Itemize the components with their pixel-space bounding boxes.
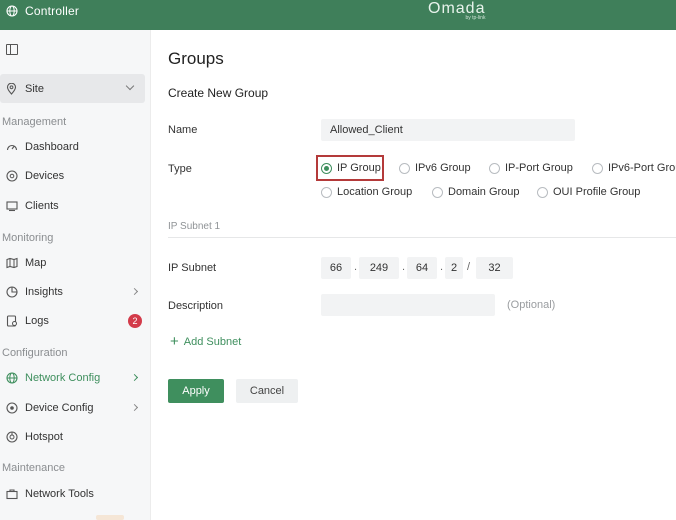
- sidebar-item-devices[interactable]: Devices: [0, 163, 151, 189]
- cancel-button[interactable]: Cancel: [236, 379, 298, 403]
- hotspot-icon: [6, 431, 18, 443]
- radio-label: IP-Port Group: [505, 162, 573, 174]
- plus-icon: +: [170, 333, 179, 350]
- sidebar-item-label: Insights: [25, 286, 63, 298]
- section-maintenance: Maintenance: [2, 462, 65, 474]
- octet-separator: .: [402, 261, 406, 273]
- chevron-right-icon: [130, 403, 139, 412]
- site-label: Site: [25, 82, 44, 95]
- globe-icon: [6, 5, 18, 17]
- subnet-section-title: IP Subnet 1: [168, 221, 221, 232]
- sidebar-item-label: Network Config: [25, 372, 101, 384]
- logs-count-badge: 2: [128, 314, 142, 328]
- add-subnet-label: Add Subnet: [183, 336, 242, 348]
- brand-logo: Omada by tp-link: [428, 0, 485, 21]
- ip-octet-3-input[interactable]: 64: [407, 257, 437, 279]
- sidebar-item-label: Logs: [25, 315, 49, 327]
- globe-icon: [6, 372, 18, 384]
- radio-location-group[interactable]: Location Group: [321, 186, 412, 198]
- sidebar-item-logs[interactable]: Logs 2: [0, 308, 151, 334]
- radio-label: Domain Group: [448, 186, 520, 198]
- optional-hint: (Optional): [507, 299, 556, 311]
- subnet-mask-input[interactable]: 32: [476, 257, 513, 279]
- app-title: Controller: [25, 4, 80, 18]
- sidebar-item-hotspot[interactable]: Hotspot: [0, 424, 151, 450]
- location-pin-icon: [6, 82, 17, 95]
- toolbox-icon: [6, 488, 18, 500]
- dashboard-gauge-icon: [6, 141, 18, 153]
- chevron-right-icon: [130, 287, 139, 296]
- sidebar-item-network-config[interactable]: Network Config: [0, 365, 151, 391]
- group-name-input[interactable]: Allowed_Client: [321, 119, 575, 141]
- radio-ipv6-group[interactable]: IPv6 Group: [399, 162, 471, 174]
- radio-domain-group[interactable]: Domain Group: [432, 186, 520, 198]
- radio-label: Location Group: [337, 186, 413, 198]
- clients-monitor-icon: [6, 200, 18, 212]
- sidebar-item-label: Map: [25, 257, 47, 269]
- sidebar-item-dashboard[interactable]: Dashboard: [0, 134, 151, 160]
- radio-label: OUI Profile Group: [553, 186, 641, 198]
- sidebar-item-label: Hotspot: [25, 431, 63, 443]
- radio-checked-icon: [321, 162, 332, 174]
- radio-unchecked-icon: [432, 186, 443, 198]
- ip-octet-1-input[interactable]: 66: [321, 257, 351, 279]
- devices-icon: [6, 170, 18, 182]
- form-title: Create New Group: [168, 86, 269, 100]
- radio-unchecked-icon: [592, 162, 603, 174]
- radio-unchecked-icon: [537, 186, 548, 198]
- device-config-icon: [6, 402, 18, 414]
- logs-icon: [6, 315, 18, 327]
- radio-ip-port-group[interactable]: IP-Port Group: [489, 162, 573, 174]
- section-configuration: Configuration: [2, 347, 68, 359]
- ip-subnet-label: IP Subnet: [168, 262, 217, 274]
- apply-button[interactable]: Apply: [168, 379, 224, 403]
- map-icon: [6, 257, 18, 269]
- radio-unchecked-icon: [489, 162, 500, 174]
- radio-label: IPv6-Port Group: [608, 162, 676, 174]
- section-monitoring: Monitoring: [2, 232, 54, 244]
- chevron-down-icon: [125, 81, 135, 91]
- sidebar-item-clients[interactable]: Clients: [0, 193, 151, 219]
- site-selector[interactable]: Site: [0, 74, 145, 103]
- add-subnet-button[interactable]: + Add Subnet: [170, 333, 242, 350]
- sidebar-item-label: Clients: [25, 200, 59, 212]
- description-label: Description: [168, 300, 224, 312]
- mask-separator: /: [467, 261, 471, 273]
- description-input[interactable]: [321, 294, 495, 316]
- name-label: Name: [168, 124, 198, 136]
- sidebar: Site Management Dashboard Devices Client…: [0, 30, 151, 520]
- type-label: Type: [168, 163, 192, 175]
- insights-pie-icon: [6, 286, 18, 298]
- radio-label: IPv6 Group: [415, 162, 471, 174]
- octet-separator: .: [440, 261, 444, 273]
- sidebar-item-label: Device Config: [25, 402, 94, 414]
- radio-unchecked-icon: [399, 162, 410, 174]
- page-title: Groups: [168, 49, 224, 68]
- radio-unchecked-icon: [321, 186, 332, 198]
- radio-ip-group[interactable]: IP Group: [321, 162, 381, 174]
- radio-ipv6-port-group[interactable]: IPv6-Port Group: [592, 162, 676, 174]
- sidebar-item-insights[interactable]: Insights: [0, 279, 151, 305]
- sidebar-item-map[interactable]: Map: [0, 250, 151, 276]
- octet-separator: .: [354, 261, 358, 273]
- section-divider: [168, 237, 676, 238]
- main-panel: Groups Create New Group Name Allowed_Cli…: [151, 30, 676, 520]
- app-header[interactable]: Controller: [6, 4, 79, 18]
- sidebar-toggle-icon[interactable]: [6, 44, 18, 55]
- sidebar-item-label: Network Tools: [25, 488, 94, 500]
- sidebar-item-network-tools[interactable]: Network Tools: [0, 481, 151, 507]
- sidebar-item-label: Dashboard: [25, 141, 79, 153]
- chevron-right-icon: [130, 373, 139, 382]
- cut-off-badge: [96, 515, 124, 520]
- section-management: Management: [2, 116, 67, 128]
- ip-octet-2-input[interactable]: 249: [359, 257, 399, 279]
- sidebar-item-device-config[interactable]: Device Config: [0, 395, 151, 421]
- sidebar-item-label: Devices: [25, 170, 65, 182]
- ip-octet-4-input[interactable]: 2: [445, 257, 463, 279]
- radio-label: IP Group: [337, 162, 381, 174]
- radio-oui-profile-group[interactable]: OUI Profile Group: [537, 186, 640, 198]
- top-bar: Controller Omada by tp-link: [0, 0, 676, 30]
